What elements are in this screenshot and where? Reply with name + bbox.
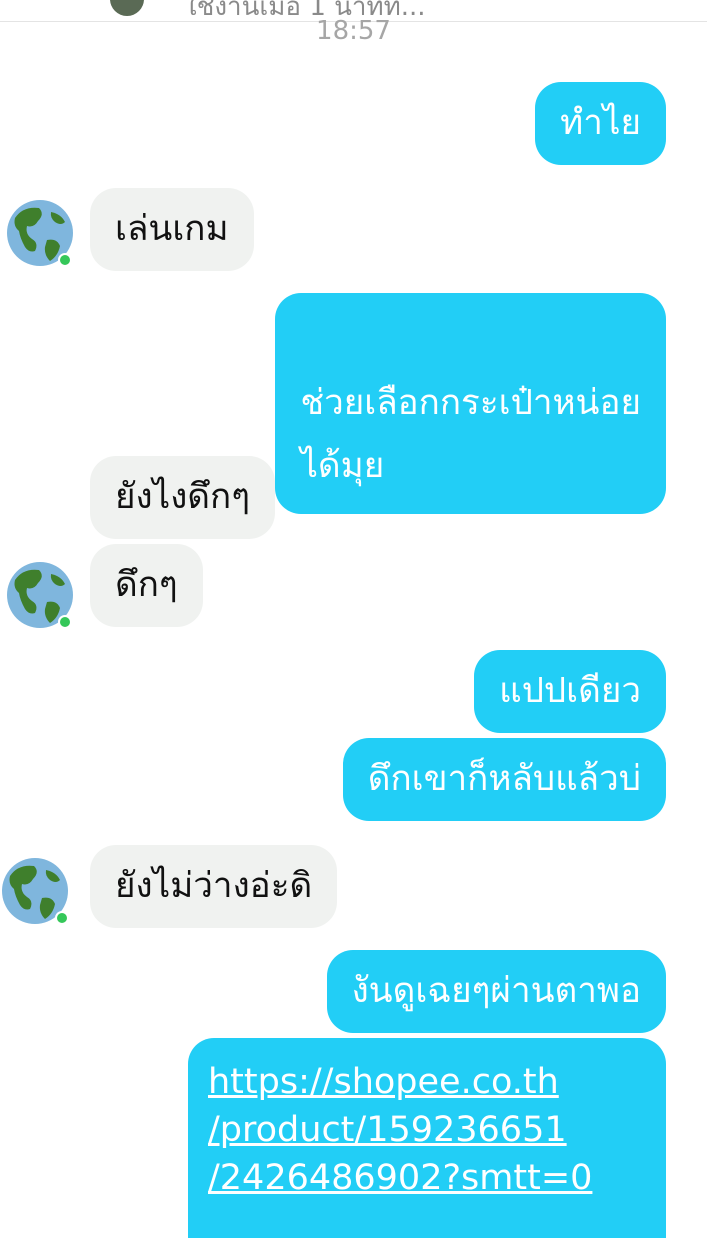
friend-avatar-globe-icon[interactable] (5, 198, 75, 268)
friend-avatar-globe-icon[interactable] (0, 856, 70, 926)
message-text: ยังไงดึกๆ (115, 477, 251, 517)
message-text: ยังไม่ว่างอ่ะดิ (115, 866, 313, 906)
outgoing-message[interactable]: ดึกเขาก็หลับแล้วบ่ (342, 738, 666, 821)
outgoing-message[interactable]: แปปเดียว (474, 650, 666, 733)
outgoing-link-message[interactable]: https://shopee.co.th /product/159236651 … (188, 1038, 666, 1238)
message-text: ทำไย (560, 103, 641, 143)
outgoing-message[interactable]: ช่วยเลือกกระเป๋าหน่อย ได้มุย (275, 293, 666, 514)
shopee-product-link[interactable]: https://shopee.co.th /product/159236651 … (208, 1058, 646, 1202)
outgoing-message[interactable]: งันดูเฉยๆผ่านตาพอ (326, 950, 666, 1033)
message-text: ดึกๆ (115, 565, 178, 605)
online-status-dot (60, 617, 70, 627)
online-status-dot (57, 913, 67, 923)
message-timestamp: 18:57 (316, 16, 391, 46)
outgoing-message[interactable]: ทำไย (535, 82, 666, 165)
message-text: งันดูเฉยๆผ่านตาพอ (351, 971, 641, 1011)
online-status-dot (60, 255, 70, 265)
incoming-message[interactable]: ยังไม่ว่างอ่ะดิ (90, 845, 338, 928)
message-text: แปปเดียว (499, 671, 641, 711)
incoming-message[interactable]: ดึกๆ (90, 544, 203, 627)
incoming-message[interactable]: เล่นเกม (90, 188, 254, 271)
incoming-message[interactable]: ยังไงดึกๆ (90, 456, 276, 539)
friend-avatar-globe-icon[interactable] (5, 560, 75, 630)
message-text: เล่นเกม (115, 209, 229, 249)
message-text: ดึกเขาก็หลับแล้วบ่ (367, 759, 641, 799)
message-text: ช่วยเลือกกระเป๋าหน่อย ได้มุย (300, 383, 641, 486)
header-avatar[interactable] (110, 0, 144, 16)
